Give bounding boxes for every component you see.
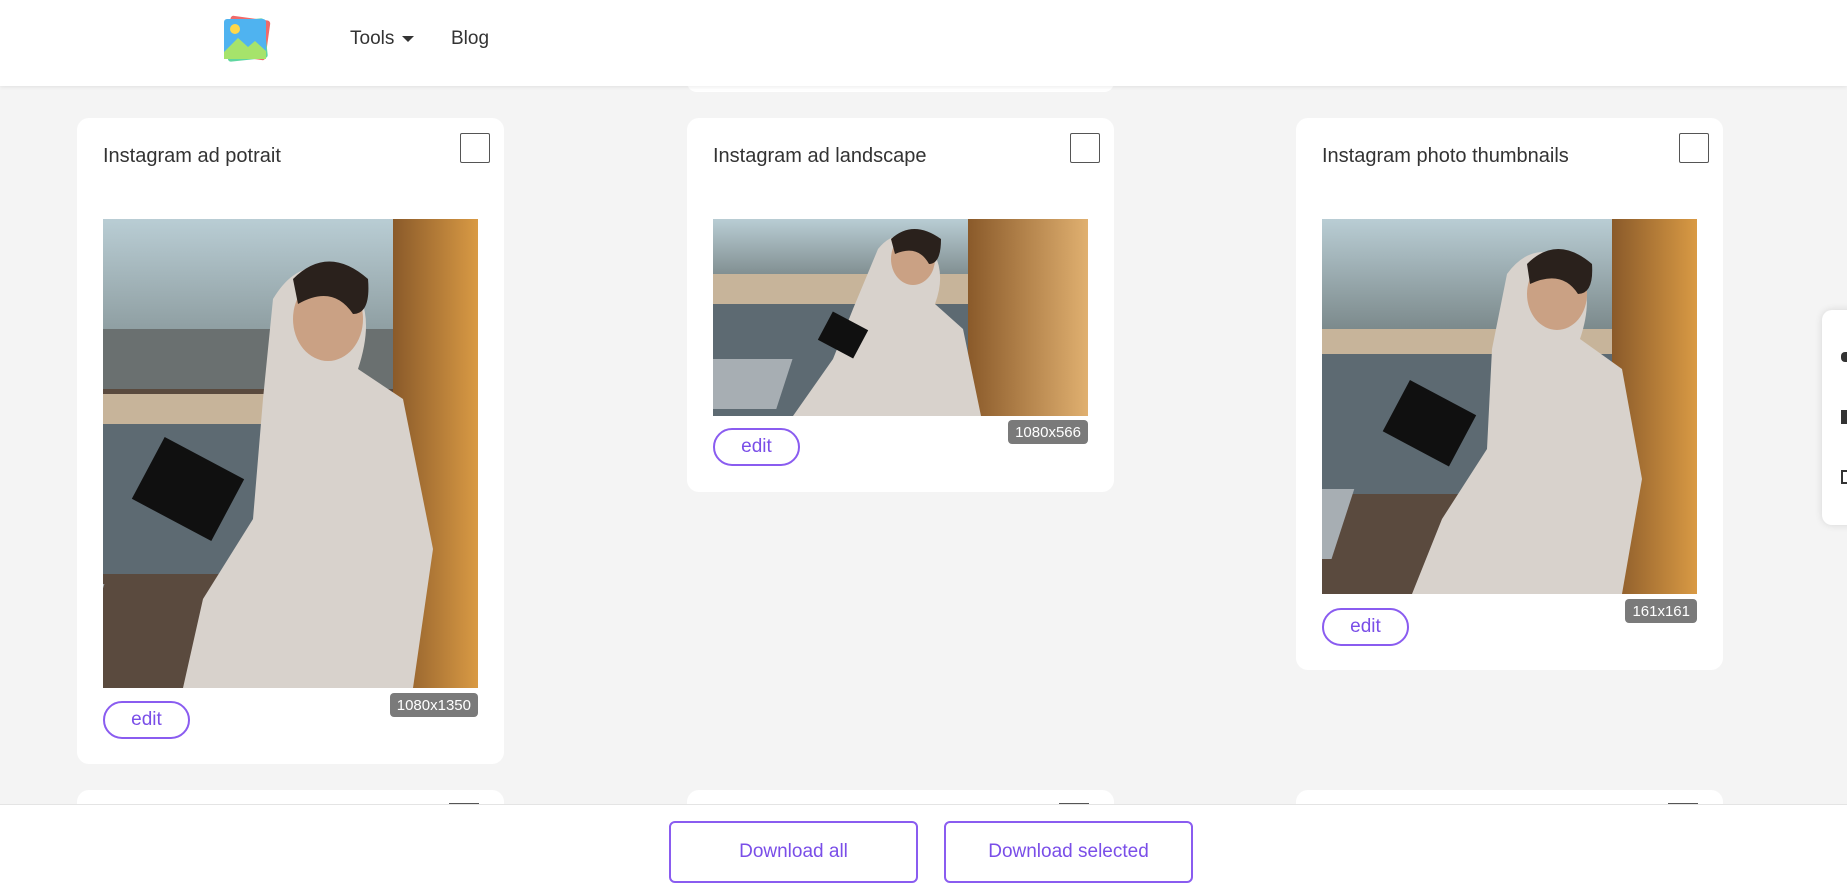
twitter-icon[interactable]	[1841, 352, 1847, 362]
card-title: Instagram photo thumbnails	[1322, 145, 1569, 167]
preview-image	[713, 219, 1088, 416]
format-card-instagram-portrait: Instagram ad potrait edit 1080x1350	[77, 118, 504, 764]
caret-down-icon	[402, 36, 415, 42]
select-checkbox[interactable]	[460, 133, 490, 163]
download-selected-button[interactable]: Download selected	[944, 821, 1193, 883]
facebook-icon[interactable]	[1841, 410, 1847, 424]
dimension-badge: 1080x566	[1008, 420, 1088, 444]
dimension-badge: 1080x1350	[389, 693, 478, 717]
edit-button[interactable]: edit	[713, 428, 800, 466]
preview-image	[103, 219, 478, 688]
format-card-instagram-thumbnails: Instagram photo thumbnails edit 161x161	[1296, 118, 1723, 670]
nav-blog-link[interactable]: Blog	[451, 28, 489, 50]
download-footer: Download all Download selected	[0, 804, 1847, 890]
download-all-button[interactable]: Download all	[669, 821, 918, 883]
share-icon[interactable]	[1841, 470, 1847, 484]
top-navbar: Tools Blog	[0, 0, 1847, 86]
card-title: Instagram ad potrait	[103, 145, 281, 167]
edit-button[interactable]: edit	[103, 701, 190, 739]
nav-tools-label: Tools	[350, 28, 395, 49]
edit-button[interactable]: edit	[1322, 608, 1409, 646]
preview-image	[1322, 219, 1697, 594]
photo-stack-logo-icon[interactable]	[220, 14, 274, 64]
card-title: Instagram ad landscape	[713, 145, 927, 167]
format-card-instagram-landscape: Instagram ad landscape edit 1080x566	[687, 118, 1114, 492]
select-checkbox[interactable]	[1070, 133, 1100, 163]
select-checkbox[interactable]	[1679, 133, 1709, 163]
dimension-badge: 161x161	[1625, 599, 1697, 623]
social-share-widget	[1822, 310, 1847, 525]
nav-tools-dropdown[interactable]: Tools	[350, 28, 415, 50]
